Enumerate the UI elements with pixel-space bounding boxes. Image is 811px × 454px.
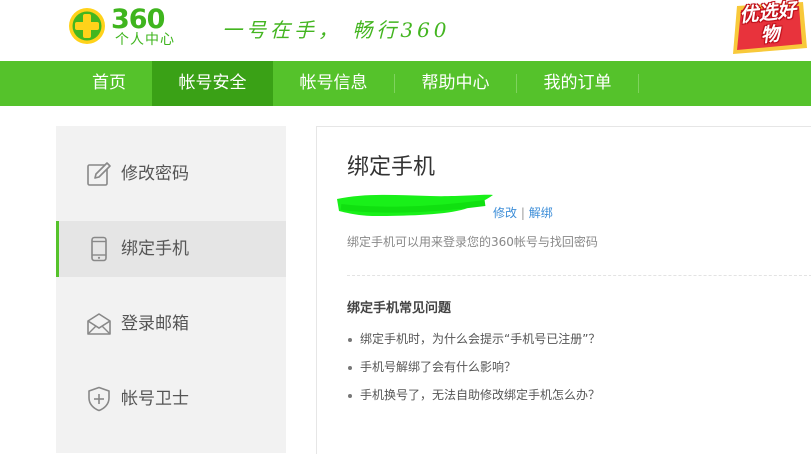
divider	[347, 275, 811, 276]
faq-list: 绑定手机时，为什么会提示“手机号已注册”？ 手机号解绑了会有什么影响？ 手机换号…	[347, 331, 600, 415]
promo-text: 优选好物	[738, 0, 798, 47]
sidebar-item-account-guard[interactable]: 帐号卫士	[56, 371, 286, 427]
nav-item-account-info[interactable]: 帐号信息	[273, 61, 394, 106]
page-title: 绑定手机	[347, 155, 436, 180]
redacted-phone-number	[337, 194, 493, 216]
sidebar-item-change-password[interactable]: 修改密码	[56, 146, 286, 202]
logo-subtitle: 个人中心	[115, 32, 175, 48]
sidebar-item-label: 登录邮箱	[121, 314, 189, 334]
sidebar-item-label: 修改密码	[121, 164, 189, 184]
logo-360[interactable]: 360 个人中心	[68, 5, 198, 49]
faq-title: 绑定手机常见问题	[347, 301, 452, 316]
main-nav: 首页 帐号安全 帐号信息 帮助中心 我的订单	[0, 61, 811, 106]
nav-item-help-center[interactable]: 帮助中心	[395, 61, 516, 106]
sidebar-item-login-email[interactable]: 登录邮箱	[56, 296, 286, 352]
slogan: 一号在手， 畅行360	[222, 18, 451, 42]
faq-item[interactable]: 绑定手机时，为什么会提示“手机号已注册”？	[347, 331, 600, 359]
nav-item-my-orders[interactable]: 我的订单	[517, 61, 638, 106]
main-panel: 绑定手机 修改 | 解绑 绑定手机可以用来登录您的360帐号与找回密码 绑定手机…	[316, 126, 811, 454]
faq-item[interactable]: 手机号解绑了会有什么影响？	[347, 359, 600, 387]
logo-number: 360	[111, 4, 165, 35]
header: 360 个人中心 一号在手， 畅行360 优选好物	[0, 0, 811, 61]
sidebar-item-label: 绑定手机	[121, 239, 189, 259]
link-separator: |	[520, 206, 525, 220]
unbind-phone-link[interactable]: 解绑	[529, 206, 553, 220]
bind-phone-description: 绑定手机可以用来登录您的360帐号与找回密码	[347, 235, 598, 249]
mail-icon	[87, 313, 111, 335]
nav-item-account-security[interactable]: 帐号安全	[152, 61, 273, 106]
sidebar-item-bind-phone[interactable]: 绑定手机	[56, 221, 286, 277]
phone-actions: 修改 | 解绑	[493, 205, 553, 221]
edit-icon	[87, 162, 111, 186]
nav-item-home[interactable]: 首页	[70, 61, 148, 106]
promo-banner[interactable]: 优选好物	[723, 0, 811, 56]
sidebar: 修改密码 绑定手机 登录邮箱 帐号卫士	[56, 126, 286, 453]
phone-icon	[91, 236, 107, 262]
modify-phone-link[interactable]: 修改	[493, 206, 517, 220]
sidebar-item-label: 帐号卫士	[121, 389, 189, 409]
logo-plus-icon	[69, 8, 105, 44]
shield-icon	[88, 386, 110, 412]
faq-item[interactable]: 手机换号了，无法自助修改绑定手机怎么办？	[347, 387, 600, 415]
nav-separator	[638, 74, 639, 93]
